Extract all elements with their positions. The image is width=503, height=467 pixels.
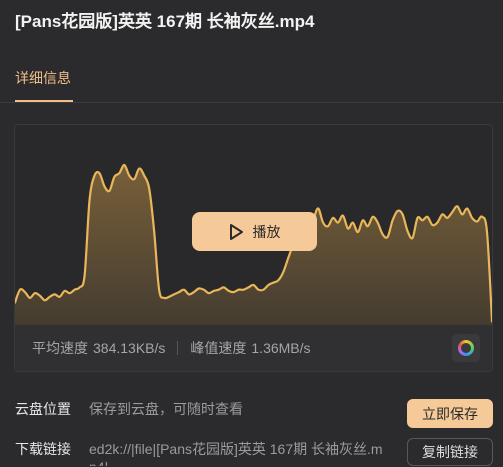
avg-speed-label: 平均速度: [32, 340, 88, 356]
speed-panel: 播放 平均速度 384.13KB/s 峰值速度 1.36MB/s: [14, 124, 493, 372]
stats-divider: [177, 341, 179, 355]
copy-link-button[interactable]: 复制链接: [407, 438, 493, 466]
play-icon: [229, 223, 244, 241]
download-link-text: ed2k://|file|[Pans花园版]英英 167期 长袖灰丝.mp4|: [89, 441, 383, 466]
cloud-location-label: 云盘位置: [15, 401, 71, 417]
peak-speed-value: 1.36MB/s: [251, 340, 311, 356]
speed-stats-bar: 平均速度 384.13KB/s 峰值速度 1.36MB/s: [15, 325, 492, 371]
header-divider: [0, 102, 503, 103]
chart-toggle-button[interactable]: [452, 334, 480, 362]
avg-speed-value: 384.13KB/s: [93, 340, 166, 356]
download-link-label: 下载链接: [15, 441, 71, 457]
page-title: [Pans花园版]英英 167期 长袖灰丝.mp4: [15, 12, 315, 31]
play-button-label: 播放: [252, 223, 281, 240]
save-now-button[interactable]: 立即保存: [407, 399, 493, 428]
play-button[interactable]: 播放: [192, 212, 317, 251]
color-ring-icon: [458, 340, 474, 356]
peak-speed-label: 峰值速度: [190, 340, 247, 356]
tab-details[interactable]: 详细信息: [15, 69, 71, 87]
cloud-location-description: 保存到云盘，可随时查看: [89, 401, 243, 417]
